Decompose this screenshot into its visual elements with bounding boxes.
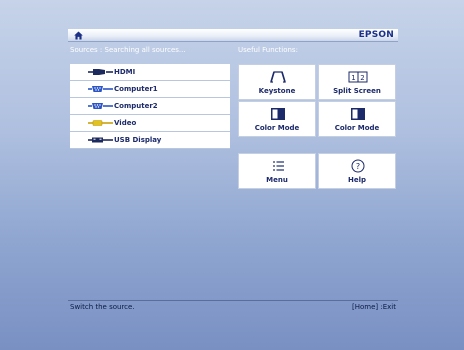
color-mode-label: Color Mode xyxy=(254,124,300,132)
useful-functions-label: Useful Functions: xyxy=(238,46,298,54)
menu-icon xyxy=(273,161,284,171)
keystone-button[interactable]: Keystone xyxy=(238,64,316,100)
help-button[interactable]: ? Help xyxy=(318,153,396,189)
source-item-video[interactable]: Video xyxy=(70,115,230,132)
color-mode-icon xyxy=(351,108,365,120)
usb-icon xyxy=(88,137,113,143)
split-screen-button[interactable]: 1 2 Split Screen xyxy=(318,64,396,100)
home-icon[interactable] xyxy=(74,31,83,40)
computer1-icon xyxy=(88,86,113,92)
menu-button[interactable]: Menu xyxy=(238,153,316,189)
source-list: HDMI Computer1 Computer2 Video USB Displ… xyxy=(70,64,230,149)
status-message: Switch the source. xyxy=(70,303,135,311)
exit-hint: [Home] :Exit xyxy=(352,303,396,311)
menu-label: Menu xyxy=(266,176,288,184)
footer-divider xyxy=(68,300,398,301)
source-label: Computer2 xyxy=(114,102,158,110)
source-item-computer1[interactable]: Computer1 xyxy=(70,81,230,98)
sources-label: Sources : Searching all sources... xyxy=(70,46,186,54)
source-item-hdmi[interactable]: HDMI xyxy=(70,64,230,81)
split-screen-icon: 1 2 xyxy=(348,71,368,83)
color-mode-button[interactable]: Color Mode xyxy=(238,101,316,137)
source-label: Video xyxy=(114,119,137,127)
keystone-label: Keystone xyxy=(258,87,296,95)
source-label: HDMI xyxy=(114,68,136,76)
svg-text:1: 1 xyxy=(351,74,355,82)
svg-text:?: ? xyxy=(356,162,360,171)
color-mode-label: Color Mode xyxy=(334,124,380,132)
source-item-usb-display[interactable]: USB Display xyxy=(70,132,230,149)
video-icon xyxy=(88,120,113,126)
top-bar: EPSON xyxy=(68,29,398,42)
help-icon: ? xyxy=(351,159,365,173)
svg-text:2: 2 xyxy=(360,74,364,82)
split-screen-label: Split Screen xyxy=(333,87,381,95)
color-mode-icon xyxy=(271,108,285,120)
source-item-computer2[interactable]: Computer2 xyxy=(70,98,230,115)
source-label: USB Display xyxy=(114,136,162,144)
keystone-icon xyxy=(270,71,286,83)
source-label: Computer1 xyxy=(114,85,158,93)
computer2-icon xyxy=(88,103,113,109)
help-label: Help xyxy=(347,176,367,184)
hdmi-icon xyxy=(88,69,113,75)
brand-logo: EPSON xyxy=(358,30,394,40)
color-mode-button-2[interactable]: Color Mode xyxy=(318,101,396,137)
